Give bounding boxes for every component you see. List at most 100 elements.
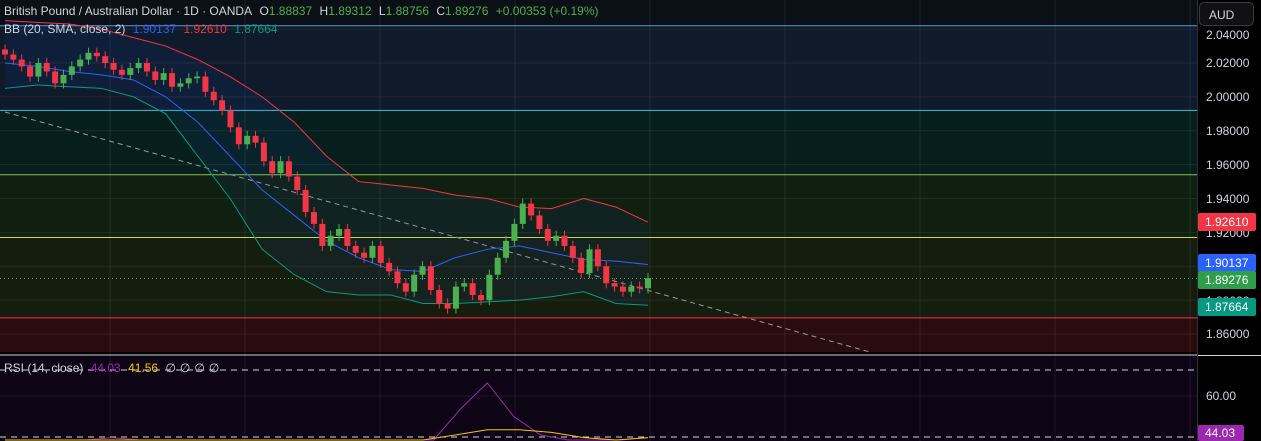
candle-body xyxy=(110,63,117,70)
candle-body xyxy=(361,252,368,258)
candle-body xyxy=(619,286,626,292)
candle-body xyxy=(427,266,434,290)
candle-body xyxy=(319,223,326,246)
candle-body xyxy=(503,240,510,258)
candle-body xyxy=(52,71,59,84)
candle-body xyxy=(85,52,92,60)
candle-body xyxy=(603,266,610,284)
rsi-value: 44.03 xyxy=(90,361,121,375)
candle-body xyxy=(294,176,301,191)
bb-upper-badge: 1.92610 xyxy=(1198,213,1256,231)
currency-button[interactable]: AUD xyxy=(1199,2,1254,26)
candle-body xyxy=(260,142,267,162)
bb-lower: 1.87664 xyxy=(234,22,278,36)
candle-body xyxy=(310,212,317,224)
axis-tick: 2.02000 xyxy=(1206,56,1250,70)
candle-body xyxy=(77,59,84,67)
candle-body xyxy=(327,235,334,246)
change-value: +0.00353 (+0.19%) xyxy=(495,4,599,18)
candle-body xyxy=(511,223,518,241)
candle-body xyxy=(43,63,50,72)
candle-body xyxy=(143,63,150,72)
candle-body xyxy=(244,135,251,145)
candle-body xyxy=(402,283,409,292)
candle-body xyxy=(219,100,226,111)
candle-body xyxy=(394,271,401,284)
axis-tick: 60.00 xyxy=(1206,389,1237,403)
rsi-extra: ∅ xyxy=(165,361,176,375)
candle-body xyxy=(68,66,75,75)
candle-body xyxy=(185,78,192,84)
rsi-ma-value: 41.56 xyxy=(128,361,159,375)
candle-body xyxy=(344,228,351,246)
rsi-extra: ∅ xyxy=(194,361,205,375)
candle-body xyxy=(553,235,560,241)
last-price-badge: 1.89276 xyxy=(1198,271,1256,289)
candle-body xyxy=(561,235,568,246)
candle-body xyxy=(227,110,234,128)
candle-body xyxy=(594,249,601,267)
candle-body xyxy=(611,283,618,287)
candle-body xyxy=(477,295,484,301)
candle-body xyxy=(519,203,526,224)
open-value: 1.88837 xyxy=(268,4,313,18)
candle-body xyxy=(18,59,25,67)
bb-upper: 1.92610 xyxy=(183,22,227,36)
candle-body xyxy=(494,257,501,275)
close-value: 1.89276 xyxy=(445,4,489,18)
axis-tick: 1.96000 xyxy=(1206,158,1250,172)
candle-body xyxy=(544,228,551,241)
candle-body xyxy=(235,127,242,145)
axis-tick: 1.98000 xyxy=(1206,124,1250,138)
price-zone xyxy=(0,317,1197,352)
candle-body xyxy=(528,203,535,216)
candle-body xyxy=(93,52,100,57)
candle-body xyxy=(169,73,176,87)
bb-label: BB (20, SMA, close, 2) xyxy=(4,22,126,36)
rsi-badge: 44.03 xyxy=(1198,425,1244,441)
candle-body xyxy=(628,286,635,292)
candle-body xyxy=(10,54,17,60)
axis-tick: 2.04000 xyxy=(1206,28,1250,42)
axis-tick: 2.00000 xyxy=(1206,90,1250,104)
bb-lower-badge: 1.87664 xyxy=(1198,298,1256,316)
candle-body xyxy=(452,286,459,309)
candle-body xyxy=(127,68,134,75)
candle-body xyxy=(35,63,42,77)
candle-body xyxy=(269,161,276,174)
candle-body xyxy=(118,69,125,75)
rsi-label: RSI (14, close) xyxy=(4,361,84,375)
candle-body xyxy=(578,257,585,274)
candle-body xyxy=(636,286,643,289)
candle-body xyxy=(461,283,468,287)
bb-basis-badge: 1.90137 xyxy=(1198,254,1256,272)
symbol-legend: British Pound / Australian Dollar · 1D ·… xyxy=(4,4,599,18)
price-axis[interactable]: 2.04000 2.02000 2.00000 1.98000 1.96000 … xyxy=(1197,0,1261,441)
candle-body xyxy=(486,274,493,301)
candle-body xyxy=(336,228,343,236)
candle-body xyxy=(202,76,209,92)
candle-body xyxy=(135,63,142,69)
candle-body xyxy=(586,249,593,274)
candle-body xyxy=(419,266,426,275)
candle-body xyxy=(210,91,217,101)
candle-body xyxy=(194,76,201,79)
candle-body xyxy=(302,190,309,213)
candle-body xyxy=(60,74,67,84)
bb-legend[interactable]: BB (20, SMA, close, 2) 1.90137 1.92610 1… xyxy=(4,22,282,36)
candle-body xyxy=(2,49,8,55)
candle-body xyxy=(102,56,109,63)
candle-body xyxy=(469,283,476,296)
candle-body xyxy=(369,245,376,258)
axis-tick: 1.94000 xyxy=(1206,192,1250,206)
candle-body xyxy=(386,262,393,272)
rsi-legend[interactable]: RSI (14, close) 44.03 41.56 ∅ ∅ ∅ ∅ xyxy=(4,361,223,375)
candle-body xyxy=(152,71,159,80)
candle-body xyxy=(177,83,184,87)
candle-body xyxy=(285,161,292,177)
symbol-title: British Pound / Australian Dollar · 1D ·… xyxy=(4,4,253,18)
candle-body xyxy=(27,66,34,77)
axis-tick: 1.86000 xyxy=(1206,327,1250,341)
candle-body xyxy=(160,73,167,80)
candle-body xyxy=(436,289,443,304)
